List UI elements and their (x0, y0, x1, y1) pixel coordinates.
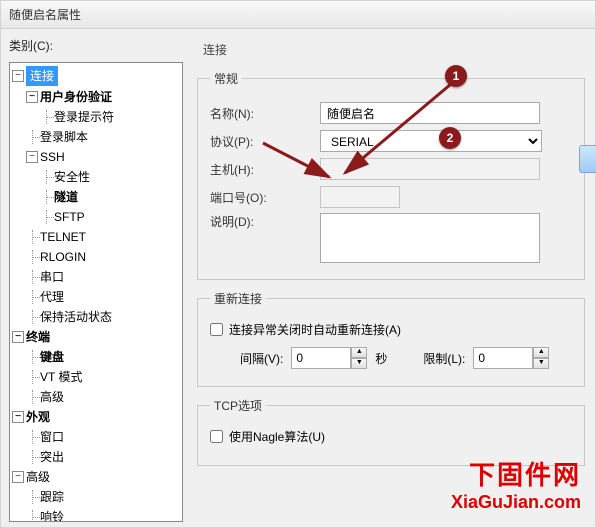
annotation-badge-2: 2 (439, 127, 461, 149)
nagle-label: 使用Nagle算法(U) (229, 428, 325, 445)
general-group: 常规 名称(N): 协议(P): SERIAL 主机(H): 端口号(O): (197, 70, 585, 280)
tcp-group: TCP选项 使用Nagle算法(U) (197, 397, 585, 466)
tree-item-vt[interactable]: VT 模式 (10, 367, 182, 387)
host-input (320, 158, 540, 180)
tree-label: 高级 (40, 388, 64, 406)
tree-item-ssh[interactable]: − SSH (10, 147, 182, 167)
tree-label: 安全性 (54, 168, 90, 186)
spinner-up-icon[interactable]: ▲ (533, 347, 549, 358)
tree-label: 保持活动状态 (40, 308, 112, 326)
tree-item-window[interactable]: 窗口 (10, 427, 182, 447)
auto-reconnect-label: 连接异常关闭时自动重新连接(A) (229, 321, 401, 338)
content-area: 类别(C): − 连接 − 用户身份验 (1, 29, 595, 527)
window-title: 随便启名属性 (9, 8, 81, 22)
tree-label: 外观 (26, 408, 50, 426)
interval-label: 间隔(V): (240, 350, 283, 367)
tree-label: 登录脚本 (40, 128, 88, 146)
tree-item-bell[interactable]: 响铃 (10, 507, 182, 522)
tcp-legend: TCP选项 (210, 397, 266, 414)
tree-item-login-prompt[interactable]: 登录提示符 (10, 107, 182, 127)
desc-textarea[interactable] (320, 213, 540, 263)
tree-label: 突出 (40, 448, 64, 466)
tree-label: VT 模式 (40, 368, 82, 386)
tree-item-terminal[interactable]: − 终端 (10, 327, 182, 347)
tree-label: 连接 (26, 66, 58, 86)
tree-item-trace[interactable]: 跟踪 (10, 487, 182, 507)
desc-label: 说明(D): (210, 213, 320, 230)
side-button[interactable] (579, 145, 596, 173)
dialog-window: 随便启名属性 类别(C): − 连接 (0, 0, 596, 528)
protocol-label: 协议(P): (210, 133, 320, 150)
tree-item-appearance[interactable]: − 外观 (10, 407, 182, 427)
tree-item-login-script[interactable]: 登录脚本 (10, 127, 182, 147)
annotation-badge-1: 1 (445, 65, 467, 87)
interval-spinner[interactable]: ▲ ▼ (291, 347, 367, 369)
nagle-checkbox[interactable] (210, 430, 223, 443)
tree-item-auth[interactable]: − 用户身份验证 (10, 87, 182, 107)
port-input (320, 186, 400, 208)
tree-label: 用户身份验证 (40, 88, 112, 106)
collapse-icon[interactable]: − (26, 91, 38, 103)
settings-panel: 连接 常规 名称(N): 协议(P): SERIAL 主机(H): (187, 29, 595, 527)
limit-input[interactable] (473, 347, 533, 369)
panel-title: 连接 (203, 41, 595, 58)
tree-item-highlight[interactable]: 突出 (10, 447, 182, 467)
interval-input[interactable] (291, 347, 351, 369)
tree-label: 登录提示符 (54, 108, 114, 126)
limit-label: 限制(L): (423, 350, 465, 367)
tree-label: 终端 (26, 328, 50, 346)
collapse-icon[interactable]: − (12, 331, 24, 343)
watermark-en: XiaGuJian.com (451, 492, 581, 513)
tree-label: SSH (40, 148, 65, 166)
port-label: 端口号(O): (210, 189, 320, 206)
tree-item-proxy[interactable]: 代理 (10, 287, 182, 307)
auto-reconnect-checkbox[interactable] (210, 323, 223, 336)
category-label: 类别(C): (9, 37, 183, 54)
tree-item-serial[interactable]: 串口 (10, 267, 182, 287)
tree-label: 代理 (40, 288, 64, 306)
tree-item-rlogin[interactable]: RLOGIN (10, 247, 182, 267)
spinner-up-icon[interactable]: ▲ (351, 347, 367, 358)
tree-item-keyboard[interactable]: 键盘 (10, 347, 182, 367)
tree-label: 响铃 (40, 508, 64, 522)
name-input[interactable] (320, 102, 540, 124)
host-label: 主机(H): (210, 161, 320, 178)
tree-item-term-advanced[interactable]: 高级 (10, 387, 182, 407)
tree-label: 键盘 (40, 348, 64, 366)
category-tree[interactable]: − 连接 − 用户身份验证 登录提示符 (9, 62, 183, 522)
tree-label: 串口 (40, 268, 64, 286)
tree-item-sftp[interactable]: SFTP (10, 207, 182, 227)
titlebar[interactable]: 随便启名属性 (1, 1, 595, 29)
spinner-down-icon[interactable]: ▼ (533, 358, 549, 369)
tree-label: 隧道 (54, 188, 78, 206)
tree-item-keepalive[interactable]: 保持活动状态 (10, 307, 182, 327)
name-label: 名称(N): (210, 105, 320, 122)
tree-label: SFTP (54, 208, 85, 226)
category-panel: 类别(C): − 连接 − 用户身份验 (1, 29, 187, 527)
limit-spinner[interactable]: ▲ ▼ (473, 347, 549, 369)
collapse-icon[interactable]: − (26, 151, 38, 163)
tree-label: 窗口 (40, 428, 64, 446)
reconnect-group: 重新连接 连接异常关闭时自动重新连接(A) 间隔(V): ▲ ▼ 秒 (197, 290, 585, 387)
tree-item-advanced[interactable]: − 高级 (10, 467, 182, 487)
seconds-unit: 秒 (375, 350, 387, 367)
reconnect-legend: 重新连接 (210, 290, 266, 307)
protocol-select[interactable]: SERIAL (320, 130, 542, 152)
tree-label: RLOGIN (40, 248, 86, 266)
general-legend: 常规 (210, 70, 242, 87)
tree-item-connection[interactable]: − 连接 (10, 65, 182, 87)
tree-label: 跟踪 (40, 488, 64, 506)
tree-item-security[interactable]: 安全性 (10, 167, 182, 187)
tree-label: TELNET (40, 228, 86, 246)
collapse-icon[interactable]: − (12, 411, 24, 423)
tree-item-telnet[interactable]: TELNET (10, 227, 182, 247)
collapse-icon[interactable]: − (12, 471, 24, 483)
spinner-down-icon[interactable]: ▼ (351, 358, 367, 369)
tree-item-tunnel[interactable]: 隧道 (10, 187, 182, 207)
collapse-icon[interactable]: − (12, 70, 24, 82)
tree-label: 高级 (26, 468, 50, 486)
